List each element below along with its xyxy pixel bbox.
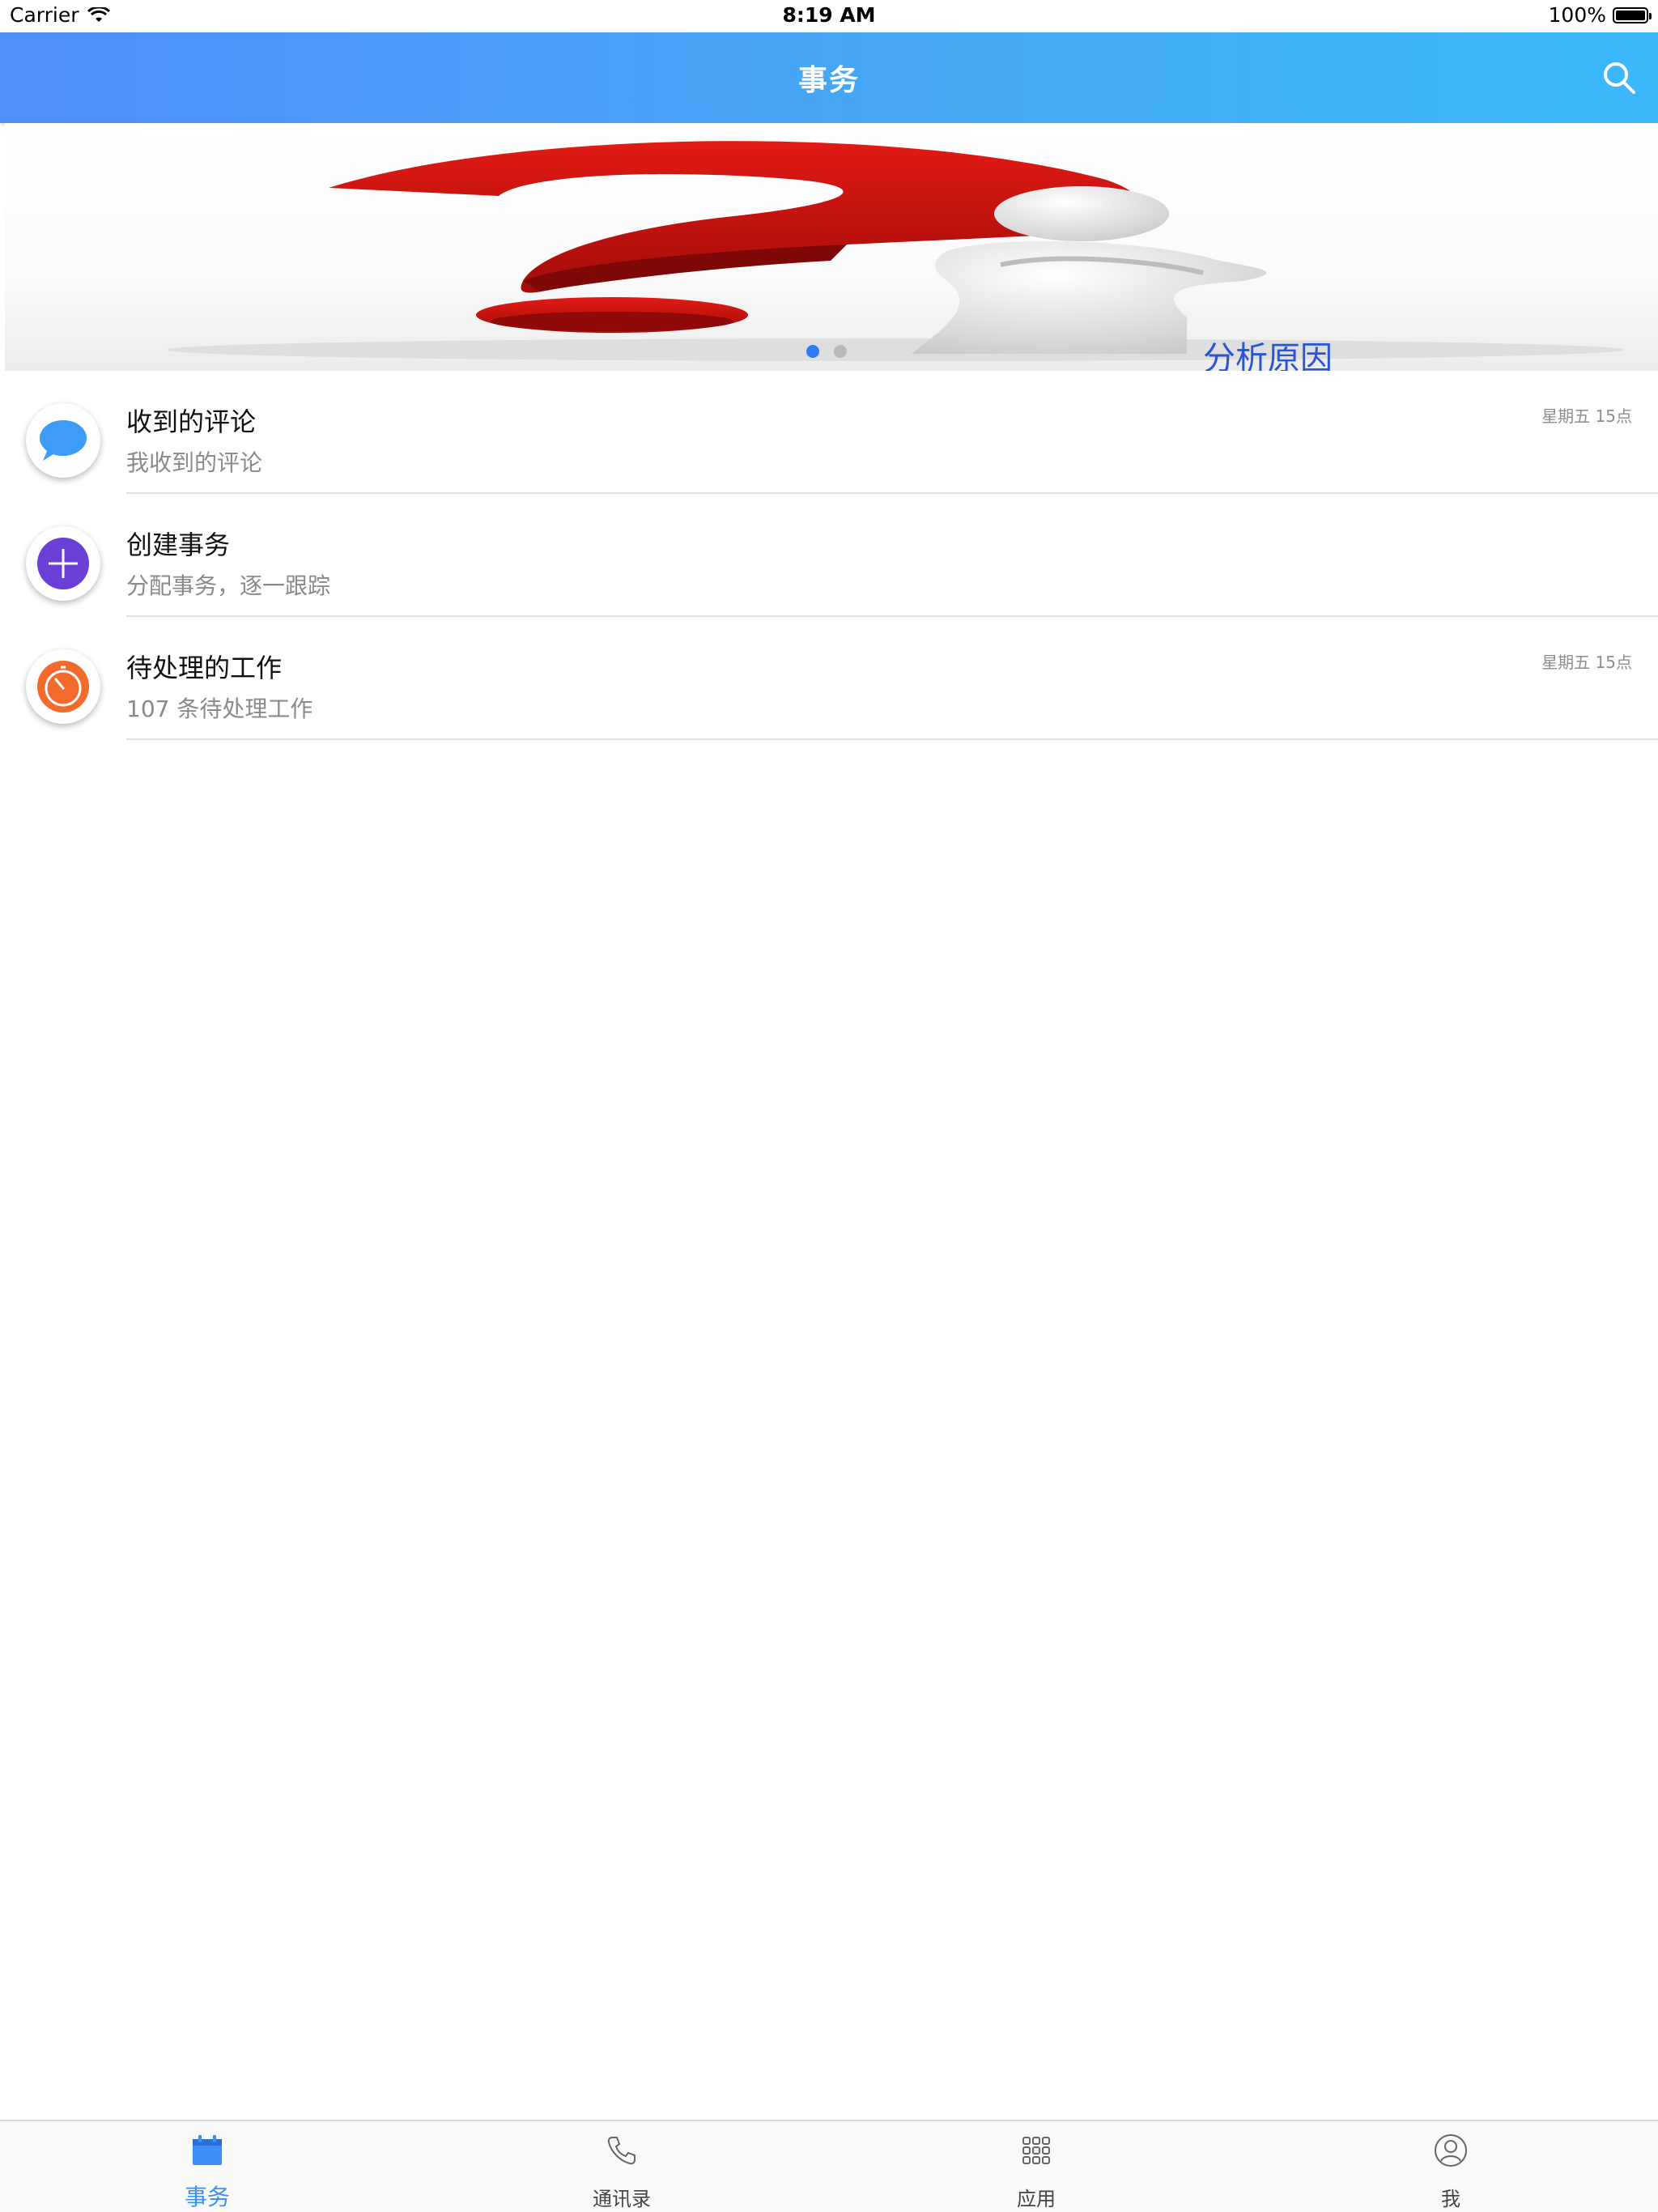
list-item-subtitle: 分配事务，逐一跟踪	[126, 572, 331, 599]
navigation-bar: 事务	[0, 32, 1658, 123]
list-item-time: 星期五 15点	[1541, 653, 1632, 672]
list-item-create-task[interactable]: 创建事务 分配事务，逐一跟踪	[0, 494, 1658, 617]
status-bar: Carrier 8:19 AM 100%	[0, 0, 1658, 32]
list-item-icon-container	[26, 526, 100, 601]
tab-label: 通讯录	[593, 2188, 651, 2210]
plus-icon	[37, 538, 89, 589]
list-item-pending-work[interactable]: 待处理的工作 107 条待处理工作 星期五 15点	[0, 617, 1658, 740]
tab-me[interactable]: 我	[1244, 2121, 1658, 2212]
battery-icon	[1613, 6, 1652, 23]
status-time: 8:19 AM	[782, 3, 876, 27]
list-item-subtitle: 我收到的评论	[126, 449, 263, 476]
divider	[126, 738, 1658, 740]
search-icon[interactable]	[1600, 58, 1639, 97]
list-item-title: 创建事务	[126, 530, 231, 560]
status-right: 100%	[1548, 3, 1652, 27]
list-item-icon-container	[26, 403, 100, 478]
tab-affairs[interactable]: 事务	[0, 2121, 414, 2212]
calendar-icon	[193, 2135, 222, 2165]
question-mark-illustration: 分析原因	[167, 141, 1624, 371]
list-item-received-comments[interactable]: 收到的评论 我收到的评论 星期五 15点	[0, 371, 1658, 494]
tab-label: 我	[1441, 2188, 1460, 2210]
user-icon	[1435, 2134, 1467, 2167]
page-title: 事务	[797, 64, 860, 97]
tab-bar: 事务 通讯录 应用 我	[0, 2120, 1658, 2212]
list-item-title: 收到的评论	[126, 406, 257, 437]
list-item-title: 待处理的工作	[126, 653, 283, 683]
tab-label: 事务	[184, 2184, 230, 2210]
timer-icon	[37, 661, 89, 713]
task-list: 收到的评论 我收到的评论 星期五 15点 创建事务 分配事务，逐一跟踪 待处理的…	[0, 371, 1658, 740]
battery-percent: 100%	[1548, 3, 1606, 27]
screen: Carrier 8:19 AM 100% 事务 分析原因 收到的评论 我收到的评…	[0, 0, 1658, 2212]
list-item-icon-container	[26, 649, 100, 724]
banner-carousel[interactable]: 分析原因	[5, 123, 1658, 371]
tab-contacts[interactable]: 通讯录	[414, 2121, 829, 2212]
carousel-page-indicator	[806, 345, 847, 358]
tab-label: 应用	[1017, 2188, 1056, 2210]
carousel-dot-1[interactable]	[806, 345, 819, 358]
banner-caption: 分析原因	[1203, 340, 1333, 371]
list-item-time: 星期五 15点	[1541, 406, 1632, 426]
phone-icon	[607, 2137, 636, 2165]
list-item-subtitle: 107 条待处理工作	[126, 696, 313, 722]
comment-bubble-icon	[40, 420, 87, 461]
carousel-dot-2[interactable]	[834, 345, 847, 358]
tab-apps[interactable]: 应用	[829, 2121, 1244, 2212]
grid-icon	[1022, 2137, 1050, 2164]
